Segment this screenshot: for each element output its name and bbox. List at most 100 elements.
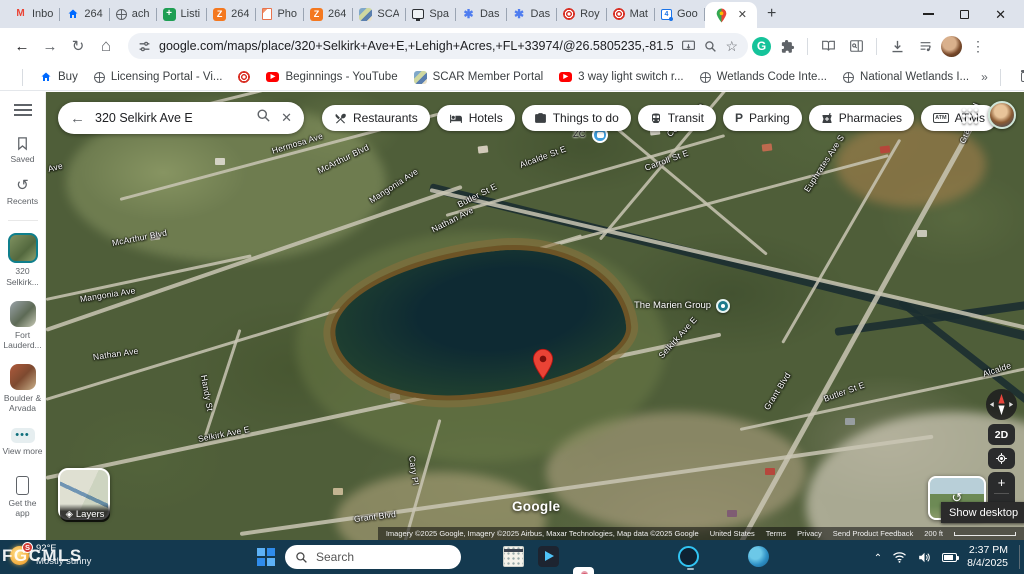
bookmark-item-4[interactable]: ▶Beginnings - YouTube <box>260 69 403 85</box>
browser-tab-11[interactable]: ✱Das <box>507 4 557 24</box>
maps-sidebar: Saved ↺ Recents 320 Selkirk... Fort Laude… <box>0 92 46 540</box>
browser-tab-9[interactable]: Spa <box>406 4 455 24</box>
terms-link[interactable]: Terms <box>766 529 786 538</box>
sidebar-place-1[interactable]: 320 Selkirk... <box>1 233 45 286</box>
browser-tab-5[interactable]: Z264 <box>207 4 255 24</box>
account-avatar[interactable] <box>988 101 1016 129</box>
bookmark-item-6[interactable]: ▶3 way light switch r... <box>553 69 689 85</box>
zoom-in-button[interactable]: + <box>988 472 1015 493</box>
compass-control[interactable] <box>985 388 1018 426</box>
chip-hotels[interactable]: Hotels <box>437 105 515 131</box>
show-desktop-edge[interactable] <box>1019 545 1020 569</box>
chip-pharmacies[interactable]: Pharmacies <box>809 105 914 131</box>
privacy-link[interactable]: Privacy <box>797 529 822 538</box>
toolbar-divider <box>876 38 877 55</box>
bookmark-item-5[interactable]: SCAR Member Portal <box>408 69 550 86</box>
my-location-button[interactable] <box>988 448 1015 469</box>
browser-tab-12[interactable]: Roy <box>557 4 606 24</box>
sidebar-item-saved[interactable]: Saved <box>1 136 45 164</box>
bookmark-item-3[interactable] <box>232 69 256 85</box>
bookmark-star-icon[interactable]: ☆ <box>725 38 738 55</box>
chip-transit[interactable]: Transit <box>638 105 716 131</box>
extensions-icon[interactable] <box>775 34 799 58</box>
back-arrow-icon[interactable]: ← <box>70 110 85 127</box>
browser-tab-14[interactable]: 4Goo <box>655 4 704 24</box>
bookmark-item-2[interactable]: Licensing Portal - Vi... <box>88 69 229 85</box>
clear-search-icon[interactable]: ✕ <box>281 110 292 126</box>
clock[interactable]: 2:37 PM 8/4/2025 <box>967 544 1008 570</box>
downloads-icon[interactable] <box>885 34 909 58</box>
taskbar-app-news[interactable] <box>503 546 524 567</box>
sidebar-place-2[interactable]: Fort Lauderd... <box>1 301 45 350</box>
bookmark-item-1[interactable]: Buy <box>33 69 84 86</box>
address-bar[interactable]: google.com/maps/place/320+Selkirk+Ave+E,… <box>128 33 748 59</box>
all-bookmarks-button[interactable]: All Bookmarks <box>1015 69 1024 85</box>
chip-parking[interactable]: PParking <box>723 105 802 131</box>
search-icon[interactable] <box>256 108 271 128</box>
taskbar-app-task-view[interactable] <box>468 546 489 567</box>
tray-chevron-icon[interactable]: ⌃ <box>874 553 882 564</box>
taskbar-app-flower[interactable] <box>573 567 594 574</box>
taskbar-search[interactable]: Search <box>285 545 461 569</box>
reading-list-icon[interactable] <box>816 34 840 58</box>
browser-tab-3[interactable]: ach <box>110 4 156 24</box>
minimize-icon[interactable] <box>923 13 934 14</box>
scale-bar <box>954 532 1016 536</box>
taskbar-app-play[interactable] <box>538 546 559 567</box>
rooftop <box>765 468 775 475</box>
tab-close-icon[interactable]: ✕ <box>738 10 747 21</box>
browser-tab-4[interactable]: +Listi <box>157 4 207 24</box>
battery-icon[interactable] <box>942 553 957 562</box>
new-tab-button[interactable]: + <box>767 5 776 23</box>
install-app-icon[interactable] <box>681 40 696 53</box>
browser-tab-1[interactable]: MInbo <box>8 4 59 24</box>
bookmark-item-8[interactable]: National Wetlands I... <box>837 69 975 85</box>
marien-group-label: The Marien Group <box>634 300 711 311</box>
browser-tab-13[interactable]: Mat <box>607 4 654 24</box>
side-search-icon[interactable] <box>844 34 868 58</box>
bookmarks-overflow-icon[interactable]: » <box>981 70 986 84</box>
sidebar-item-view-more[interactable]: ••• View more <box>1 428 45 456</box>
active-tab-google-maps[interactable]: ✕ <box>705 2 757 28</box>
google-apps-icon[interactable] <box>962 108 979 125</box>
2d-toggle-button[interactable]: 2D <box>988 424 1015 445</box>
site-settings-icon[interactable] <box>138 40 151 53</box>
reload-icon[interactable]: ↻ <box>66 34 90 58</box>
chip-label: Transit <box>668 111 704 125</box>
maps-searchbox[interactable]: ← 320 Selkirk Ave E ✕ <box>58 102 304 134</box>
home-icon[interactable]: ⌂ <box>94 34 118 58</box>
chip-things-to-do[interactable]: Things to do <box>522 105 631 131</box>
browser-tab-10[interactable]: ✱Das <box>456 4 506 24</box>
chip-restaurants[interactable]: Restaurants <box>322 105 430 131</box>
zoom-icon[interactable] <box>704 40 717 53</box>
chip-atms[interactable]: ATMATMs <box>921 105 997 131</box>
back-icon[interactable]: ← <box>10 34 34 58</box>
taskbar-app-earth[interactable] <box>748 546 769 567</box>
layers-control[interactable]: ◈Layers <box>58 468 112 524</box>
forward-icon[interactable]: → <box>38 34 62 58</box>
browser-tab-7[interactable]: Z264 <box>304 4 352 24</box>
maximize-icon[interactable] <box>960 10 969 19</box>
browser-menu-icon[interactable]: ⋮ <box>966 34 990 58</box>
close-icon[interactable]: ✕ <box>995 8 1006 21</box>
browser-tab-8[interactable]: SCA <box>353 4 405 24</box>
bookmark-item-7[interactable]: Wetlands Code Inte... <box>694 69 833 85</box>
satellite-map[interactable]: The Marien Group ZC ← 320 Selkirk Ave E … <box>46 92 1024 540</box>
windows-start-button[interactable] <box>257 548 275 566</box>
grammarly-icon[interactable]: G <box>752 37 771 56</box>
taskbar-app-alexa[interactable] <box>678 546 699 567</box>
profile-avatar[interactable] <box>941 36 962 57</box>
browser-tab-6[interactable]: Pho <box>256 4 303 24</box>
marien-group-pin[interactable] <box>716 299 730 313</box>
feedback-link[interactable]: Send Product Feedback <box>833 529 913 538</box>
sidebar-place-3[interactable]: Boulder & Arvada <box>1 364 45 413</box>
media-playlist-icon[interactable] <box>913 34 937 58</box>
sidebar-item-get-app[interactable]: Get the app <box>1 476 45 518</box>
show-desktop-tooltip: Show desktop <box>941 502 1024 523</box>
menu-icon[interactable] <box>14 104 32 116</box>
destination-pin[interactable] <box>532 348 554 385</box>
wifi-icon[interactable] <box>892 551 907 563</box>
sidebar-item-recents[interactable]: ↺ Recents <box>1 178 45 206</box>
volume-icon[interactable] <box>917 551 932 564</box>
browser-tab-2[interactable]: 264 <box>60 4 108 24</box>
